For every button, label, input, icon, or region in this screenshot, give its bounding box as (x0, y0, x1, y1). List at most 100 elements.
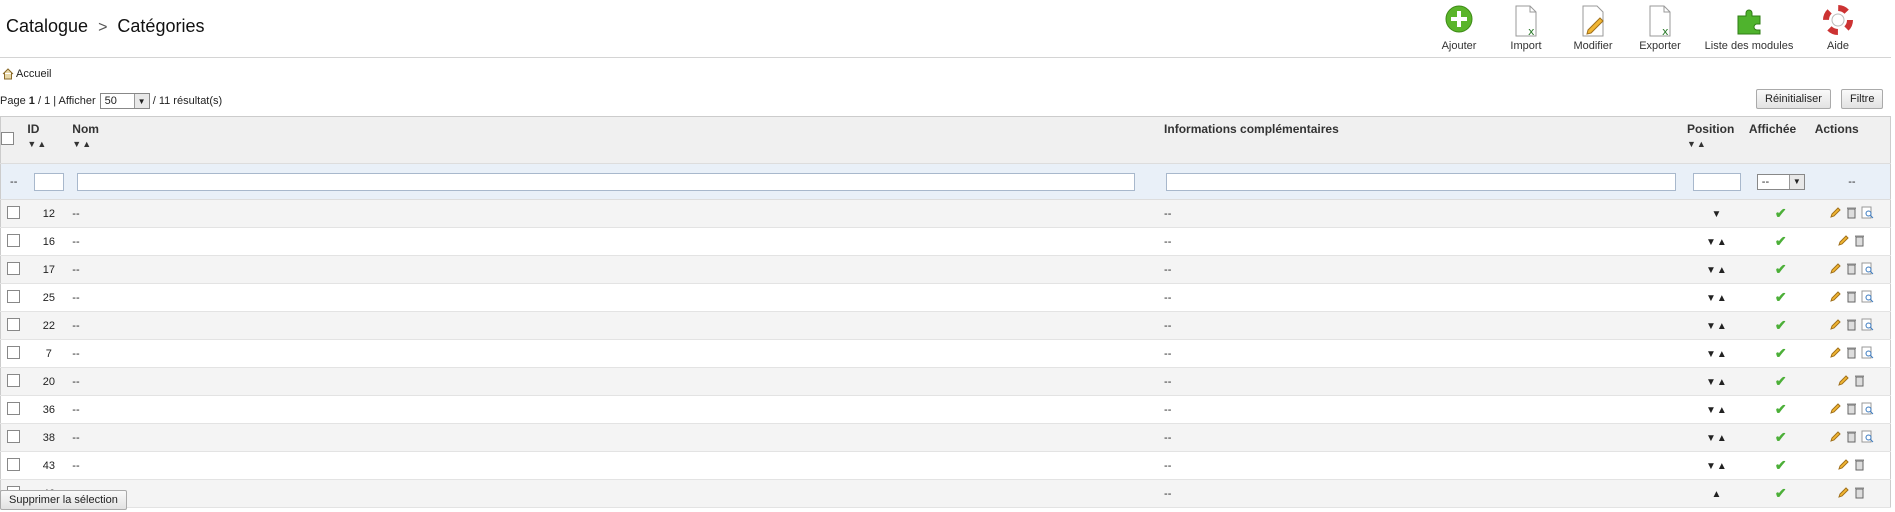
displayed-check-icon[interactable]: ✔ (1775, 261, 1787, 277)
view-icon[interactable] (1861, 430, 1874, 443)
breadcrumb-catalogue[interactable]: Catalogue (6, 16, 88, 36)
row-checkbox[interactable] (7, 457, 21, 471)
edit-icon[interactable] (1829, 206, 1842, 219)
edit-document-icon (1582, 5, 1604, 37)
delete-selection-button[interactable]: Supprimer la sélection (0, 490, 127, 510)
info-filter-input[interactable] (1166, 172, 1677, 191)
table-row[interactable]: 7 -- -- ▼▲ ✔ (0, 339, 1891, 368)
view-icon[interactable] (1861, 262, 1874, 275)
position-arrows-icon[interactable]: ▼▲ (1706, 377, 1728, 388)
delete-icon[interactable] (1853, 458, 1866, 471)
edit-icon[interactable] (1837, 458, 1850, 471)
position-arrows-icon[interactable]: ▼▲ (1706, 349, 1728, 360)
displayed-check-icon[interactable]: ✔ (1775, 401, 1787, 417)
displayed-check-icon[interactable]: ✔ (1775, 205, 1787, 221)
puzzle-icon (1737, 9, 1761, 35)
delete-icon[interactable] (1845, 206, 1858, 219)
select-all-checkbox[interactable] (1, 132, 14, 145)
sort-arrows-icon[interactable]: ▼▲ (1687, 139, 1747, 149)
export-button[interactable]: x Exporter (1627, 4, 1693, 52)
edit-icon[interactable] (1829, 402, 1842, 415)
position-arrows-icon[interactable]: ▼ (1711, 209, 1722, 220)
edit-icon[interactable] (1829, 318, 1842, 331)
edit-icon[interactable] (1829, 346, 1842, 359)
sort-arrows-icon[interactable]: ▼▲ (27, 139, 70, 149)
delete-icon[interactable] (1853, 234, 1866, 247)
row-checkbox[interactable] (7, 233, 21, 247)
position-arrows-icon[interactable]: ▲ (1711, 489, 1722, 500)
reset-button[interactable]: Réinitialiser (1756, 89, 1831, 109)
row-checkbox[interactable] (7, 317, 21, 331)
view-icon[interactable] (1861, 346, 1874, 359)
filter-dash: -- (0, 163, 27, 200)
displayed-filter-select[interactable]: -- ▼ (1756, 173, 1805, 190)
edit-icon[interactable] (1837, 234, 1850, 247)
home-link[interactable]: Accueil (2, 68, 51, 80)
delete-icon[interactable] (1845, 346, 1858, 359)
position-arrows-icon[interactable]: ▼▲ (1706, 461, 1728, 472)
row-checkbox[interactable] (7, 289, 21, 303)
table-row[interactable]: 46----▲✔ (0, 479, 1891, 508)
edit-icon[interactable] (1829, 430, 1842, 443)
table-row[interactable]: 12 -- -- ▼ ✔ (0, 199, 1891, 228)
table-row[interactable]: 20 -- -- ▼▲ ✔ (0, 367, 1891, 396)
table-row[interactable]: 17 -- -- ▼▲ ✔ (0, 255, 1891, 284)
row-checkbox[interactable] (7, 401, 21, 415)
delete-icon[interactable] (1845, 262, 1858, 275)
add-button[interactable]: Ajouter (1426, 4, 1492, 52)
id-filter-input[interactable] (33, 172, 64, 191)
view-icon[interactable] (1861, 206, 1874, 219)
position-arrows-icon[interactable]: ▼▲ (1706, 265, 1728, 276)
table-row[interactable]: 22 -- -- ▼▲ ✔ (0, 311, 1891, 340)
table-row[interactable]: 16 -- -- ▼▲ ✔ (0, 227, 1891, 256)
edit-icon[interactable] (1829, 290, 1842, 303)
position-arrows-icon[interactable]: ▼▲ (1706, 405, 1728, 416)
module-list-button[interactable]: Liste des modules (1694, 4, 1804, 52)
table-row[interactable]: 36 -- -- ▼▲ ✔ (0, 395, 1891, 424)
view-icon[interactable] (1861, 402, 1874, 415)
table-row[interactable]: 43 -- -- ▼▲ ✔ (0, 451, 1891, 480)
position-arrows-icon[interactable]: ▼▲ (1706, 293, 1728, 304)
row-checkbox[interactable] (7, 373, 21, 387)
sort-arrows-icon[interactable]: ▼▲ (72, 139, 1162, 149)
name-filter-input[interactable] (77, 172, 1136, 191)
row-checkbox[interactable] (7, 345, 21, 359)
modify-button[interactable]: Modifier (1560, 4, 1626, 52)
view-icon[interactable] (1861, 318, 1874, 331)
displayed-check-icon[interactable]: ✔ (1775, 233, 1787, 249)
delete-icon[interactable] (1853, 374, 1866, 387)
row-checkbox[interactable] (7, 429, 21, 443)
per-page-value: 50 (104, 95, 117, 107)
position-filter-input[interactable] (1692, 172, 1741, 191)
table-row[interactable]: 38 -- -- ▼▲ ✔ (0, 423, 1891, 452)
row-checkbox[interactable] (7, 261, 21, 275)
displayed-check-icon[interactable]: ✔ (1775, 457, 1787, 473)
import-button[interactable]: x Import (1493, 4, 1559, 52)
displayed-check-icon[interactable]: ✔ (1775, 289, 1787, 305)
delete-icon[interactable] (1845, 430, 1858, 443)
position-arrows-icon[interactable]: ▼▲ (1706, 433, 1728, 444)
displayed-check-icon[interactable]: ✔ (1775, 345, 1787, 361)
row-info: -- (1163, 423, 1686, 452)
displayed-check-icon[interactable]: ✔ (1775, 429, 1787, 445)
displayed-check-icon[interactable]: ✔ (1775, 485, 1787, 501)
edit-icon[interactable] (1829, 262, 1842, 275)
position-arrows-icon[interactable]: ▼▲ (1706, 237, 1728, 248)
row-checkbox[interactable] (7, 205, 21, 219)
displayed-check-icon[interactable]: ✔ (1775, 317, 1787, 333)
position-arrows-icon[interactable]: ▼▲ (1706, 321, 1728, 332)
displayed-check-icon[interactable]: ✔ (1775, 373, 1787, 389)
delete-icon[interactable] (1853, 486, 1866, 499)
delete-icon[interactable] (1845, 402, 1858, 415)
edit-icon[interactable] (1837, 374, 1850, 387)
per-page-select[interactable]: 50 ▼ (99, 93, 150, 109)
filter-button[interactable]: Filtre (1841, 89, 1884, 109)
row-actions (1829, 206, 1874, 219)
help-button[interactable]: Aide (1805, 4, 1871, 52)
page-separator: / 1 | Afficher (37, 95, 96, 107)
edit-icon[interactable] (1837, 486, 1850, 499)
delete-icon[interactable] (1845, 290, 1858, 303)
view-icon[interactable] (1861, 290, 1874, 303)
table-row[interactable]: 25 -- -- ▼▲ ✔ (0, 283, 1891, 312)
delete-icon[interactable] (1845, 318, 1858, 331)
